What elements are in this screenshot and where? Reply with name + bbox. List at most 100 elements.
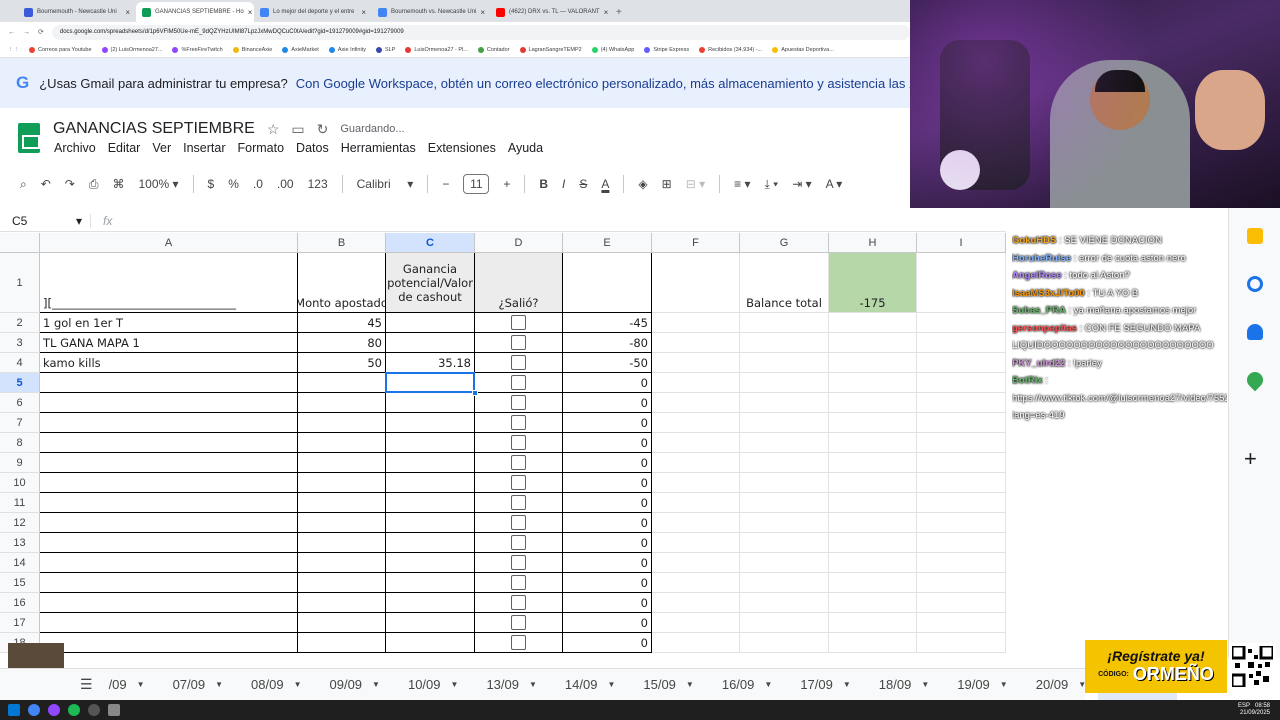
- empty-cell[interactable]: [829, 313, 917, 333]
- outcome-cell[interactable]: [475, 613, 563, 633]
- bookmark-item[interactable]: SLP: [375, 46, 395, 53]
- bet-amount-cell[interactable]: 50: [298, 353, 386, 373]
- potential-win-cell[interactable]: [386, 453, 475, 473]
- zoom-select[interactable]: 100% ▾: [138, 177, 178, 191]
- empty-cell[interactable]: [740, 353, 829, 373]
- bet-description-cell[interactable]: [40, 473, 298, 493]
- empty-cell[interactable]: [829, 433, 917, 453]
- bet-amount-cell[interactable]: [298, 373, 386, 393]
- spreadsheet-grid[interactable]: ABCDEFGHI123456789101112131415161718][__…: [0, 233, 1006, 657]
- bookmark-item[interactable]: Contador: [477, 46, 510, 53]
- empty-cell[interactable]: [652, 313, 740, 333]
- header-ganancia[interactable]: Ganancia potencial/Valor de cashout: [386, 253, 475, 313]
- potential-win-cell[interactable]: [386, 393, 475, 413]
- result-cell[interactable]: 0: [563, 393, 652, 413]
- checkbox[interactable]: [511, 635, 526, 650]
- empty-cell[interactable]: [740, 533, 829, 553]
- decrease-decimal-button[interactable]: .0: [253, 177, 263, 191]
- bet-description-cell[interactable]: [40, 433, 298, 453]
- result-cell[interactable]: 0: [563, 533, 652, 553]
- empty-cell[interactable]: [917, 393, 1006, 413]
- menu-item[interactable]: Datos: [296, 141, 329, 155]
- empty-cell[interactable]: [652, 553, 740, 573]
- potential-win-cell[interactable]: [386, 373, 475, 393]
- print-icon[interactable]: ⎙: [89, 177, 99, 192]
- bookmark-item[interactable]: Stripe Express: [644, 46, 689, 53]
- empty-cell[interactable]: [917, 513, 1006, 533]
- sheet-tab[interactable]: 15/09 ▼: [627, 669, 705, 701]
- potential-win-cell[interactable]: [386, 413, 475, 433]
- add-addon-icon[interactable]: +: [1244, 446, 1257, 472]
- search-menus-icon[interactable]: ⌕: [20, 177, 27, 192]
- sheet-tab[interactable]: 19/09 ▼: [941, 669, 1019, 701]
- potential-win-cell[interactable]: [386, 573, 475, 593]
- chevron-down-icon[interactable]: ▼: [686, 680, 694, 689]
- bet-amount-cell[interactable]: 80: [298, 333, 386, 353]
- outcome-cell[interactable]: [475, 433, 563, 453]
- bet-amount-cell[interactable]: [298, 513, 386, 533]
- result-cell[interactable]: 0: [563, 513, 652, 533]
- checkbox[interactable]: [511, 475, 526, 490]
- row-header[interactable]: 7: [0, 413, 40, 433]
- increase-decimal-button[interactable]: .00: [277, 177, 294, 191]
- outcome-cell[interactable]: [475, 553, 563, 573]
- chevron-down-icon[interactable]: ▼: [764, 680, 772, 689]
- bet-amount-cell[interactable]: [298, 533, 386, 553]
- column-header-i[interactable]: I: [917, 233, 1006, 253]
- empty-cell[interactable]: [829, 573, 917, 593]
- result-cell[interactable]: 0: [563, 633, 652, 653]
- empty-cell[interactable]: [652, 393, 740, 413]
- empty-cell[interactable]: [740, 373, 829, 393]
- empty-cell[interactable]: [740, 633, 829, 653]
- potential-win-cell[interactable]: [386, 493, 475, 513]
- empty-cell[interactable]: [740, 333, 829, 353]
- bet-amount-cell[interactable]: [298, 493, 386, 513]
- bookmark-item[interactable]: Correos para Youtube: [29, 46, 92, 53]
- bet-amount-cell[interactable]: [298, 633, 386, 653]
- maps-icon[interactable]: [1243, 368, 1267, 392]
- checkbox[interactable]: [511, 535, 526, 550]
- empty-cell[interactable]: [917, 453, 1006, 473]
- checkbox[interactable]: [511, 595, 526, 610]
- empty-cell[interactable]: [652, 533, 740, 553]
- empty-cell[interactable]: [917, 593, 1006, 613]
- app-icon[interactable]: [108, 704, 120, 716]
- url-input[interactable]: docs.google.com/spreadsheets/d/1p6VFlM50…: [51, 24, 910, 40]
- empty-cell[interactable]: [917, 433, 1006, 453]
- row-header[interactable]: 8: [0, 433, 40, 453]
- empty-cell[interactable]: [917, 633, 1006, 653]
- chevron-down-icon[interactable]: ▼: [529, 680, 537, 689]
- empty-cell[interactable]: [917, 573, 1006, 593]
- strikethrough-button[interactable]: S: [579, 177, 587, 191]
- menu-item[interactable]: Extensiones: [428, 141, 496, 155]
- empty-cell[interactable]: [652, 513, 740, 533]
- potential-win-cell[interactable]: [386, 553, 475, 573]
- result-cell[interactable]: -45: [563, 313, 652, 333]
- bet-description-cell[interactable]: [40, 593, 298, 613]
- outcome-cell[interactable]: [475, 593, 563, 613]
- checkbox[interactable]: [511, 335, 526, 350]
- empty-cell[interactable]: [829, 513, 917, 533]
- outcome-cell[interactable]: [475, 333, 563, 353]
- empty-cell[interactable]: [829, 533, 917, 553]
- font-size-input[interactable]: 11: [463, 174, 490, 194]
- chevron-down-icon[interactable]: ▼: [372, 680, 380, 689]
- empty-cell[interactable]: [652, 333, 740, 353]
- browser-tab[interactable]: Bournemouth vs. Newcastle Uni ×: [372, 2, 490, 22]
- outcome-cell[interactable]: [475, 473, 563, 493]
- row-header[interactable]: 6: [0, 393, 40, 413]
- bet-description-cell[interactable]: TL GANA MAPA 1: [40, 333, 298, 353]
- outcome-cell[interactable]: [475, 373, 563, 393]
- sheet-tab[interactable]: 18/09 ▼: [863, 669, 941, 701]
- checkbox[interactable]: [511, 395, 526, 410]
- font-select[interactable]: Calibri ▾: [357, 177, 414, 191]
- bet-description-cell[interactable]: [40, 373, 298, 393]
- empty-cell[interactable]: [829, 393, 917, 413]
- sheet-tab[interactable]: /09 ▼: [93, 669, 157, 701]
- empty-cell[interactable]: [917, 613, 1006, 633]
- undo-icon[interactable]: ↶: [41, 177, 51, 191]
- empty-cell[interactable]: [740, 453, 829, 473]
- browser-tab[interactable]: (4622) DRX vs. TL — VALORANT ×: [490, 2, 608, 22]
- menu-item[interactable]: Herramientas: [341, 141, 416, 155]
- percent-format-button[interactable]: %: [228, 177, 239, 191]
